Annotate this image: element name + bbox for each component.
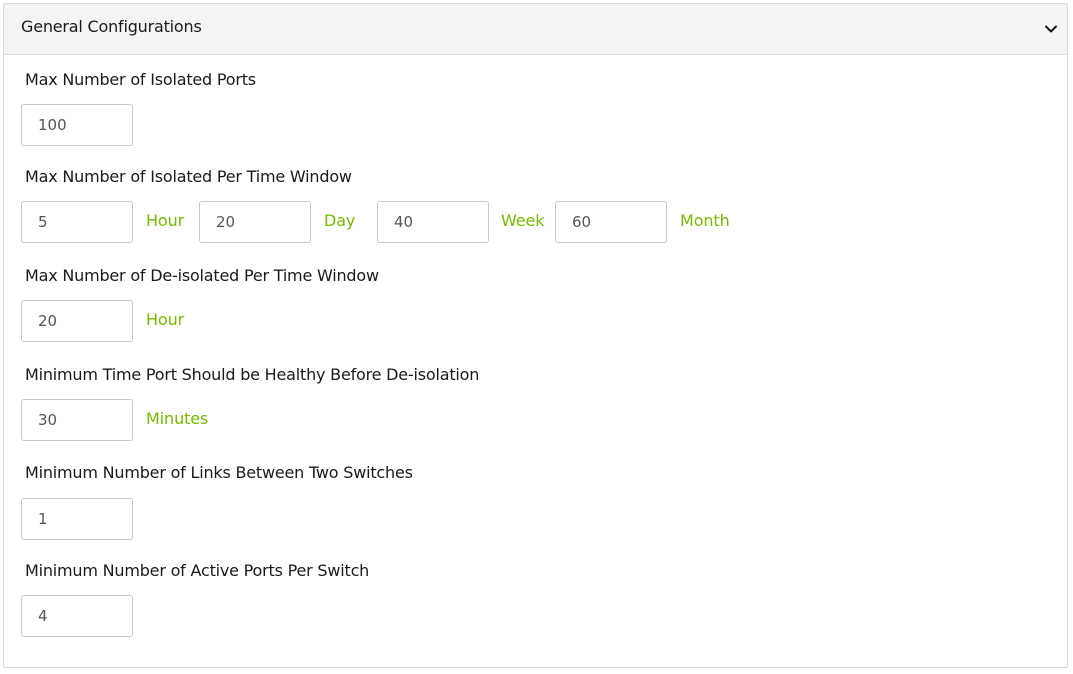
max-deisolated-per-window-label: Max Number of De-isolated Per Time Windo… bbox=[25, 266, 379, 285]
isolated-per-hour-input[interactable] bbox=[21, 201, 133, 243]
isolated-per-day-input[interactable] bbox=[199, 201, 311, 243]
isolated-per-month-input[interactable] bbox=[555, 201, 667, 243]
deisolated-hour-unit-label: Hour bbox=[146, 310, 185, 329]
min-active-ports-per-switch-input[interactable] bbox=[21, 595, 133, 637]
week-unit-label: Week bbox=[501, 211, 545, 230]
hour-unit-label: Hour bbox=[146, 211, 185, 230]
min-links-between-switches-input[interactable] bbox=[21, 498, 133, 540]
min-links-between-switches-label: Minimum Number of Links Between Two Swit… bbox=[25, 463, 413, 482]
general-configurations-panel: General Configurations Max Number of Iso… bbox=[3, 3, 1068, 668]
max-isolated-ports-input[interactable] bbox=[21, 104, 133, 146]
minutes-unit-label: Minutes bbox=[146, 409, 209, 428]
max-isolated-ports-label: Max Number of Isolated Ports bbox=[25, 70, 256, 89]
panel-title: General Configurations bbox=[21, 17, 202, 36]
day-unit-label: Day bbox=[324, 211, 356, 230]
min-healthy-time-input[interactable] bbox=[21, 399, 133, 441]
panel-header[interactable]: General Configurations bbox=[4, 4, 1067, 55]
deisolated-per-hour-input[interactable] bbox=[21, 300, 133, 342]
chevron-down-icon[interactable] bbox=[1043, 21, 1059, 37]
isolated-per-week-input[interactable] bbox=[377, 201, 489, 243]
max-isolated-per-window-label: Max Number of Isolated Per Time Window bbox=[25, 167, 352, 186]
min-active-ports-per-switch-label: Minimum Number of Active Ports Per Switc… bbox=[25, 561, 370, 580]
month-unit-label: Month bbox=[680, 211, 730, 230]
min-healthy-time-label: Minimum Time Port Should be Healthy Befo… bbox=[25, 365, 480, 384]
